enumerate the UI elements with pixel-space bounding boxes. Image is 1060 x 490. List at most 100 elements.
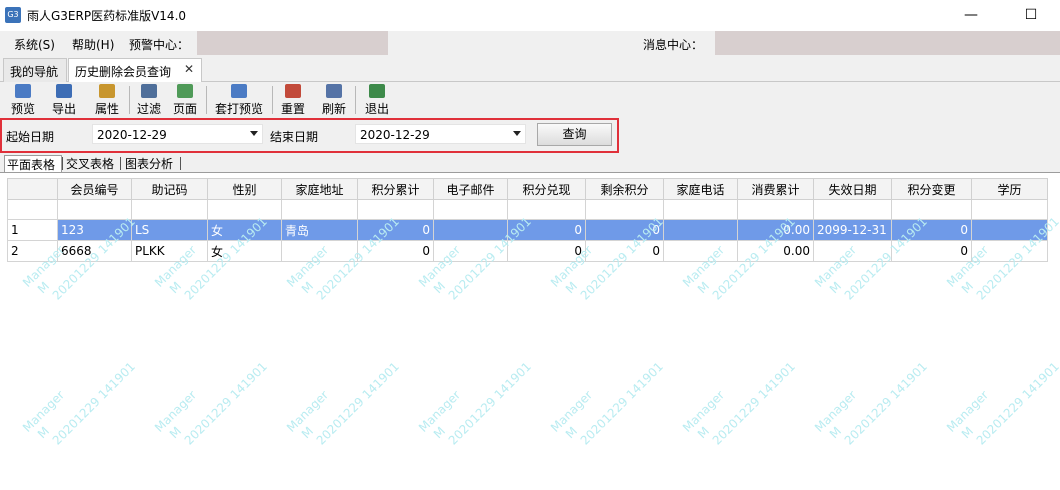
column-header[interactable]: 性别 [207, 178, 282, 200]
export-button[interactable]: 导出 [51, 84, 77, 116]
close-tab-icon[interactable]: ✕ [184, 62, 194, 76]
column-header[interactable]: 消费累计 [737, 178, 814, 200]
properties-icon [99, 84, 115, 98]
table-cell[interactable] [281, 240, 358, 262]
row-number-cell[interactable]: 2 [7, 240, 58, 262]
alert-center-box[interactable] [197, 31, 388, 55]
table-cell[interactable] [663, 240, 738, 262]
reset-button[interactable]: 重置 [280, 84, 306, 116]
dropdown-arrow-icon[interactable] [250, 131, 258, 136]
table-cell[interactable]: 0.00 [737, 240, 814, 262]
end-date-value: 2020-12-29 [360, 128, 430, 142]
column-header[interactable]: 积分变更 [891, 178, 972, 200]
row-number-cell[interactable]: 1 [7, 219, 58, 241]
tab-chart-analysis[interactable]: 图表分析 [123, 155, 175, 172]
end-date-combo[interactable]: 2020-12-29 [355, 124, 526, 144]
start-date-combo[interactable]: 2020-12-29 [92, 124, 263, 144]
table-cell[interactable] [433, 240, 508, 262]
dropdown-arrow-icon[interactable] [513, 131, 521, 136]
column-header[interactable]: 学历 [971, 178, 1048, 200]
refresh-button[interactable]: 刷新 [321, 84, 347, 116]
filter-button[interactable]: 过滤 [136, 84, 162, 116]
table-cell[interactable] [813, 240, 892, 262]
table-row[interactable]: 1 123 LS 女青岛 0 0 0 0.00 2099-12-31 0 [7, 219, 1048, 241]
column-header[interactable]: 失效日期 [813, 178, 892, 200]
table-cell[interactable]: 青岛 [281, 219, 358, 241]
filter-cell[interactable] [433, 199, 508, 220]
filter-cell[interactable] [971, 199, 1048, 220]
filter-cell[interactable] [281, 199, 358, 220]
filter-cell[interactable] [813, 199, 892, 220]
filter-cell[interactable] [57, 199, 132, 220]
exit-button[interactable]: 退出 [364, 84, 390, 116]
table-cell[interactable]: 0 [585, 240, 664, 262]
column-header[interactable]: 积分累计 [357, 178, 434, 200]
filter-cell[interactable] [357, 199, 434, 220]
alert-center-label: 预警中心： [129, 38, 190, 52]
toolbar-separator [355, 86, 356, 114]
filter-cell[interactable] [131, 199, 208, 220]
table-cell[interactable]: 0 [891, 240, 972, 262]
tab-cross-table[interactable]: 交叉表格 [64, 155, 116, 172]
filter-cell[interactable] [585, 199, 664, 220]
column-header[interactable]: 剩余积分 [585, 178, 664, 200]
minimize-button[interactable]: — [956, 4, 986, 26]
refresh-icon [326, 84, 342, 98]
menu-system[interactable]: 系统(S) [14, 36, 55, 53]
preview-label: 预览 [10, 102, 35, 116]
exit-icon [369, 84, 385, 98]
tab-flat-table[interactable]: 平面表格 [4, 155, 62, 172]
properties-button[interactable]: 属性 [94, 84, 120, 116]
column-header[interactable]: 助记码 [131, 178, 208, 200]
filter-cell[interactable] [507, 199, 586, 220]
table-cell[interactable]: 123 [57, 219, 132, 241]
table-row[interactable]: 2 6668 PLKK 女 0 0 0 0.00 0 [7, 240, 1048, 262]
reset-icon [285, 84, 301, 98]
table-cell[interactable]: 女 [207, 240, 282, 262]
table-cell[interactable] [433, 219, 508, 241]
table-cell[interactable]: PLKK [131, 240, 208, 262]
table-cell[interactable] [971, 219, 1048, 241]
table-cell[interactable]: 2099-12-31 [813, 219, 892, 241]
column-header[interactable]: 会员编号 [57, 178, 132, 200]
table-cell[interactable]: 0 [507, 240, 586, 262]
message-center-box[interactable] [715, 31, 1060, 55]
filter-cell[interactable] [891, 199, 972, 220]
start-date-value: 2020-12-29 [97, 128, 167, 142]
preview-icon [15, 84, 31, 98]
preview-button[interactable]: 预览 [10, 84, 36, 116]
tab-separator [62, 157, 63, 170]
table-cell[interactable]: 女 [207, 219, 282, 241]
column-header[interactable]: 家庭电话 [663, 178, 738, 200]
column-header[interactable]: 家庭地址 [281, 178, 358, 200]
table-cell[interactable]: 0 [357, 219, 434, 241]
tab-separator [120, 157, 121, 170]
table-cell[interactable]: 0.00 [737, 219, 814, 241]
app-logo-icon: G3 [5, 7, 21, 23]
print-preview-button[interactable]: 套打预览 [213, 84, 265, 116]
menu-help[interactable]: 帮助(H) [72, 36, 114, 53]
table-cell[interactable]: 0 [357, 240, 434, 262]
table-cell[interactable] [663, 219, 738, 241]
table-cell[interactable]: 0 [585, 219, 664, 241]
maximize-button[interactable]: ☐ [1016, 4, 1046, 26]
table-cell[interactable]: 0 [507, 219, 586, 241]
table-cell[interactable]: 0 [891, 219, 972, 241]
tab-my-navigation[interactable]: 我的导航 [3, 58, 67, 82]
corner-cell [7, 178, 58, 200]
window-title: 雨人G3ERP医药标准版V14.0 [27, 9, 187, 23]
filter-cell[interactable] [7, 199, 58, 220]
filter-cell[interactable] [663, 199, 738, 220]
column-header[interactable]: 积分兑现 [507, 178, 586, 200]
end-date-label: 结束日期 [270, 130, 319, 144]
table-cell[interactable] [971, 240, 1048, 262]
tab-history-deleted-members[interactable]: 历史删除会员查询 [68, 58, 202, 83]
query-button[interactable]: 查询 [537, 123, 612, 146]
table-cell[interactable]: LS [131, 219, 208, 241]
page-button[interactable]: 页面 [172, 84, 198, 116]
filter-cell[interactable] [737, 199, 814, 220]
column-header[interactable]: 电子邮件 [433, 178, 508, 200]
table-cell[interactable]: 6668 [57, 240, 132, 262]
tab-label: 历史删除会员查询 [75, 65, 172, 79]
filter-cell[interactable] [207, 199, 282, 220]
